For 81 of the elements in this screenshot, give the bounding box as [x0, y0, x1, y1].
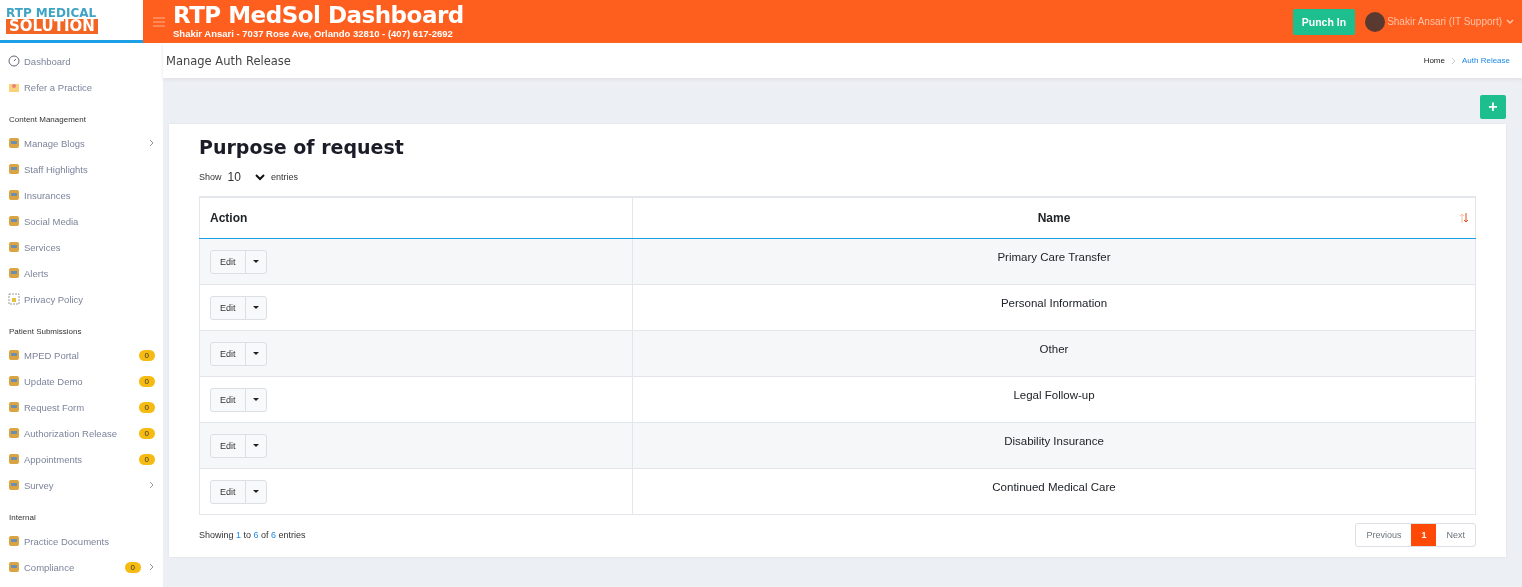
menu-item-icon	[8, 479, 20, 491]
sidebar-item[interactable]: Social Media	[0, 208, 163, 234]
envelope-icon	[8, 81, 20, 93]
menu-item-icon	[8, 453, 20, 465]
edit-button[interactable]: Edit	[211, 296, 245, 319]
edit-button[interactable]: Edit	[211, 250, 245, 273]
table-cell: Continued Medical Care	[632, 468, 1476, 515]
count-badge: 0	[138, 401, 155, 413]
avatar	[1365, 11, 1386, 32]
caret-icon	[252, 443, 259, 448]
edit-button[interactable]: Edit	[211, 342, 245, 365]
pagination-link[interactable]: 1	[1411, 524, 1437, 546]
sidebar-item[interactable]: Compliance 0	[0, 554, 163, 580]
menu-item-icon	[8, 535, 20, 547]
sidebar-item[interactable]: Practice Documents	[0, 528, 163, 554]
table-info: Showing 1 to 6 of 6 entries	[199, 530, 306, 540]
sidebar-item[interactable]: Refer a Practice	[0, 74, 163, 100]
lock-icon	[8, 293, 20, 305]
section-heading: Content Management	[8, 114, 87, 126]
logo-text: RTP MEDICAL	[6, 6, 97, 19]
menu-item-icon	[8, 349, 20, 361]
sidebar-item[interactable]: Authorization Release 0	[0, 420, 163, 446]
sidebar-item[interactable]: Survey	[0, 472, 163, 498]
edit-button[interactable]: Edit	[211, 434, 245, 457]
sidebar-item[interactable]: Appointments 0	[0, 446, 163, 472]
caret-icon	[252, 489, 259, 494]
pagination-link[interactable]: Next	[1436, 524, 1475, 546]
sidebar-item[interactable]: Privacy Policy	[0, 286, 163, 312]
breadcrumb-link[interactable]: Auth Release	[1461, 56, 1510, 65]
entries-label: entries	[270, 172, 298, 182]
sidebar-item[interactable]: MPED Portal 0	[0, 342, 163, 368]
menu-item-icon	[8, 241, 20, 253]
sidebar-item[interactable]: Staff Highlights	[0, 156, 163, 182]
table-cell: Personal Information	[632, 284, 1476, 331]
show-label: Show	[199, 172, 222, 182]
menu-item-icon	[8, 163, 20, 175]
count-badge: 0	[138, 349, 155, 361]
sidebar-item[interactable]: Alerts	[0, 260, 163, 286]
chevron-icon	[1450, 56, 1456, 65]
chevron-icon	[254, 173, 265, 181]
menu-item-icon	[8, 401, 20, 413]
dashboard-title: RTP MedSol Dashboard	[173, 4, 464, 28]
caret-icon	[252, 259, 259, 264]
section-heading: Patient Submissions	[8, 326, 83, 338]
menu-item-icon	[8, 561, 20, 573]
gauge-icon	[8, 55, 20, 67]
table-cell: Disability Insurance	[632, 422, 1476, 469]
sidebar-item[interactable]: Request Form 0	[0, 394, 163, 420]
sort-icon[interactable]	[1459, 212, 1469, 224]
sidebar-item[interactable]: Dashboard	[0, 48, 163, 74]
table-cell: Legal Follow-up	[632, 376, 1476, 423]
caret-icon	[252, 397, 259, 402]
sidebar-item[interactable]: Update Demo 0	[0, 368, 163, 394]
pagination-link[interactable]: Previous	[1356, 524, 1412, 546]
menu-item-icon	[8, 137, 20, 149]
entries-select[interactable]: 10	[225, 170, 267, 184]
menu-item-icon	[8, 215, 20, 227]
menu-item-icon	[8, 189, 20, 201]
logo-text: SOLUTION	[6, 18, 98, 34]
sidebar-item[interactable]: Manage Blogs	[0, 130, 163, 156]
count-badge: 0	[124, 561, 141, 573]
count-badge: 0	[138, 375, 155, 387]
count-badge: 0	[138, 427, 155, 439]
menu-item-icon	[8, 375, 20, 387]
edit-button[interactable]: Edit	[211, 388, 245, 411]
sidebar-item[interactable]: Services	[0, 234, 163, 260]
caret-icon	[252, 305, 259, 310]
menu-item-icon	[8, 267, 20, 279]
table-cell: Other	[632, 330, 1476, 377]
section-heading: Internal	[8, 512, 37, 524]
table-cell: Primary Care Transfer	[632, 238, 1476, 285]
sidebar-item[interactable]: Insurances	[0, 182, 163, 208]
caret-icon[interactable]	[1506, 18, 1514, 25]
card-title: Purpose of request	[199, 136, 405, 158]
page-title: Manage Auth Release	[166, 53, 291, 68]
breadcrumb-link[interactable]: Home	[1423, 56, 1445, 65]
edit-button[interactable]: Edit	[211, 480, 245, 503]
address-text: Shakir Ansari - 7037 Rose Ave, Orlando 32810 - (407) 617-2692	[173, 29, 454, 39]
count-badge: 0	[138, 453, 155, 465]
caret-icon	[252, 351, 259, 356]
menu-item-icon	[8, 427, 20, 439]
